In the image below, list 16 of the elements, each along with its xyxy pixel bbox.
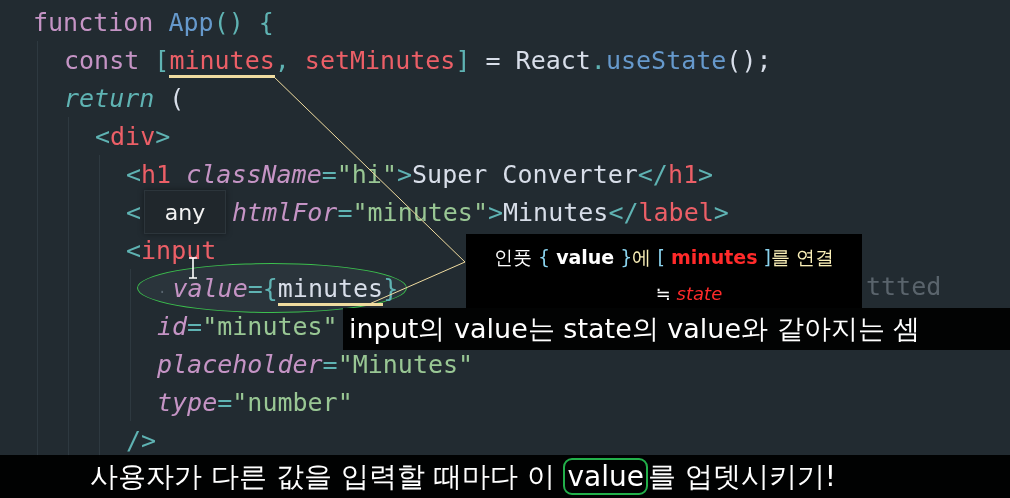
annotation-text: 인풋 { value }에 [ minutes ]를 연결 bbox=[493, 245, 835, 270]
type-tooltip: any bbox=[144, 190, 227, 234]
code-text: const [minutes, setMinutes] = React.useState(); bbox=[64, 45, 772, 75]
annotation-text: ≒ state bbox=[655, 283, 723, 304]
code-text: return ( bbox=[64, 83, 185, 113]
code-text: <input bbox=[126, 235, 217, 265]
code-text: <div> bbox=[95, 121, 171, 151]
code-text: placeholder="Minutes" bbox=[157, 349, 474, 379]
code-text: function App() { bbox=[33, 7, 274, 37]
code-text: ttted bbox=[866, 272, 942, 301]
code-text: < bbox=[126, 197, 142, 227]
code-text: id="minutes" bbox=[157, 311, 338, 341]
code-text: type="number" bbox=[157, 387, 353, 417]
subtitle: 사용자가 다른 값을 입력할 때마다 이 value 를 업뎃시키기! bbox=[0, 455, 1010, 498]
code-text: /> bbox=[126, 425, 157, 455]
subtitle: input의 value는 state의 value와 같아지는 셈 bbox=[343, 308, 1010, 350]
